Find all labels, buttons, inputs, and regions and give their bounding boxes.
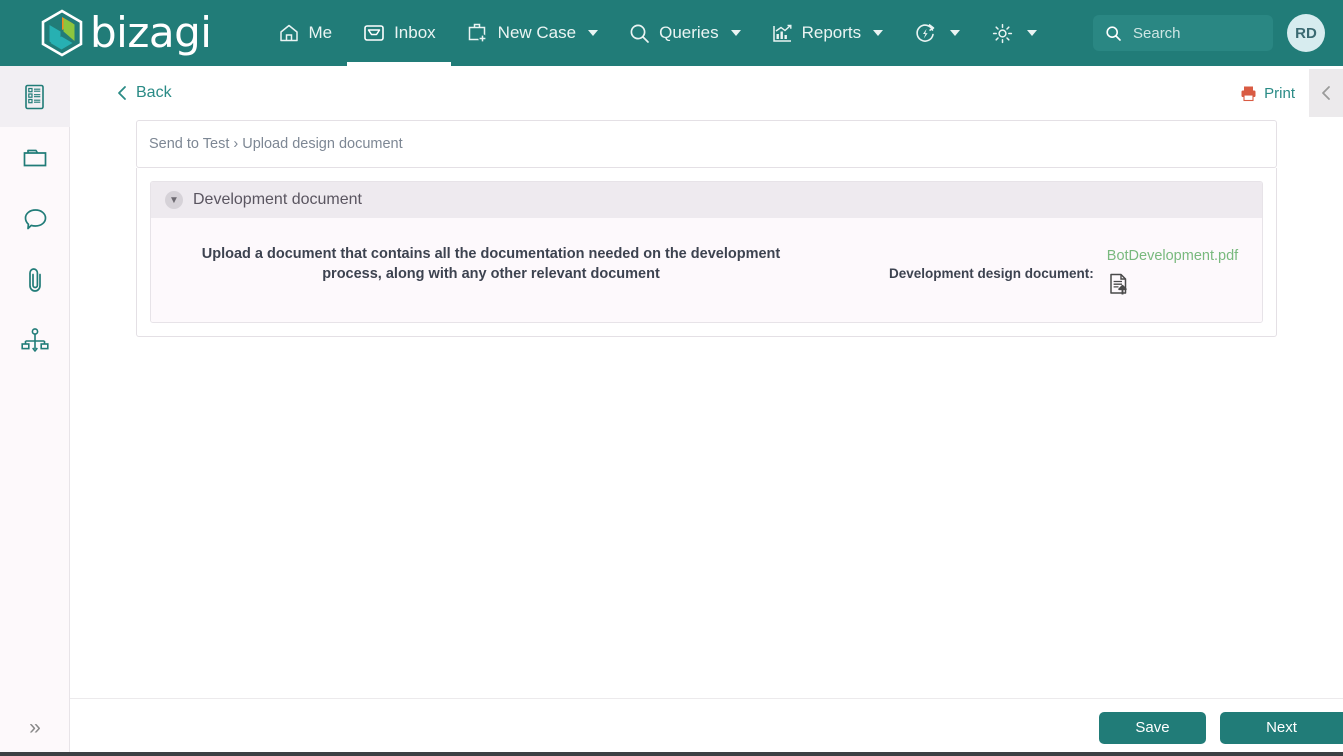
section-description: Upload a document that contains all the … <box>201 246 781 282</box>
main-nav-items: Me Inbox New Case Queries Reports <box>263 0 1052 66</box>
section-title: Development document <box>193 191 362 208</box>
nav-item-me-label: Me <box>308 23 333 42</box>
print-button[interactable]: Print <box>1226 85 1309 102</box>
home-icon <box>280 24 299 42</box>
printer-icon <box>1241 86 1256 101</box>
nav-item-settings[interactable] <box>975 0 1052 66</box>
nav-item-new-case-label: New Case <box>497 23 577 42</box>
breadcrumb-text: Send to Test › Upload design document <box>149 136 403 152</box>
back-button[interactable]: Back <box>116 84 172 102</box>
development-document-section: ▼ Development document Upload a document… <box>150 181 1263 323</box>
nav-item-reports[interactable]: Reports <box>756 0 899 66</box>
form-content: Send to Test › Upload design document ▼ … <box>70 120 1343 337</box>
brand-name: bizagi <box>90 8 212 57</box>
search-icon <box>1106 25 1121 41</box>
gear-icon <box>993 23 1013 43</box>
nav-item-inbox[interactable]: Inbox <box>347 0 451 66</box>
refresh-bolt-icon <box>916 23 935 42</box>
sidebar-item-documents[interactable] <box>0 127 70 188</box>
user-avatar[interactable]: RD <box>1287 14 1325 52</box>
section-body: Upload a document that contains all the … <box>151 218 1262 322</box>
document-upload-label: Development design document: <box>889 266 1094 281</box>
search-icon <box>630 24 649 43</box>
breadcrumb: Send to Test › Upload design document <box>136 120 1277 168</box>
top-navigation-bar: bizagi Me Inbox New Case Queries Reports… <box>0 0 1343 66</box>
form-card: ▼ Development document Upload a document… <box>136 168 1277 337</box>
sidebar-item-attachments[interactable] <box>0 249 70 310</box>
sidebar-item-comments[interactable] <box>0 188 70 249</box>
form-document-icon <box>25 84 44 109</box>
form-footer: Save Next <box>70 698 1343 756</box>
nav-item-reports-label: Reports <box>801 23 862 42</box>
chart-icon <box>772 24 792 42</box>
search-input[interactable] <box>1131 23 1261 43</box>
nav-item-inbox-label: Inbox <box>394 23 436 42</box>
inbox-icon <box>364 25 384 41</box>
chevron-left-icon <box>118 86 126 100</box>
toolbar-right-group: Print <box>1226 69 1343 117</box>
chevron-left-icon <box>1322 86 1330 100</box>
nav-item-refresh[interactable] <box>898 0 975 66</box>
next-button[interactable]: Next <box>1220 711 1343 744</box>
left-sidebar: » <box>0 66 70 756</box>
nav-item-me[interactable]: Me <box>263 0 347 66</box>
chevron-down-icon <box>588 30 599 36</box>
chevron-down-icon <box>1027 30 1038 36</box>
nav-right-group: RD <box>1093 14 1325 52</box>
document-upload-value: BotDevelopment.pdf <box>1107 248 1238 296</box>
brand-logo[interactable]: bizagi <box>40 0 212 66</box>
nav-item-new-case[interactable]: New Case <box>451 0 613 66</box>
nav-item-queries-label: Queries <box>659 23 719 42</box>
main-content-area: Back Print Send to Test › Upload design … <box>70 66 1343 756</box>
chevron-down-icon <box>730 30 741 36</box>
chevron-down-icon <box>873 30 884 36</box>
chevron-down-icon[interactable]: ▼ <box>165 191 183 209</box>
collapse-panel-button[interactable] <box>1309 69 1343 117</box>
nav-item-queries[interactable]: Queries <box>613 0 756 66</box>
uploaded-file-link[interactable]: BotDevelopment.pdf <box>1107 248 1238 264</box>
print-button-label: Print <box>1264 84 1295 102</box>
document-upload-field: Development design document: BotDevelopm… <box>889 240 1238 296</box>
window-bottom-bar <box>0 752 1343 756</box>
save-button[interactable]: Save <box>1099 711 1206 744</box>
folder-icon <box>23 149 47 166</box>
process-diagram-icon <box>21 327 49 352</box>
section-header[interactable]: ▼ Development document <box>151 182 1262 218</box>
paperclip-icon <box>29 267 41 292</box>
briefcase-plus-icon <box>468 23 487 43</box>
global-search[interactable] <box>1093 15 1273 51</box>
page-toolbar: Back Print <box>70 66 1343 120</box>
sidebar-item-form[interactable] <box>0 66 70 127</box>
upload-document-icon[interactable] <box>1107 272 1131 296</box>
sidebar-expand-button[interactable]: » <box>0 700 70 756</box>
back-button-label: Back <box>136 84 172 101</box>
comment-bubble-icon <box>24 208 46 229</box>
chevron-down-icon <box>950 30 961 36</box>
sidebar-item-process[interactable] <box>0 310 70 371</box>
bizagi-hexagon-logo <box>41 9 83 57</box>
